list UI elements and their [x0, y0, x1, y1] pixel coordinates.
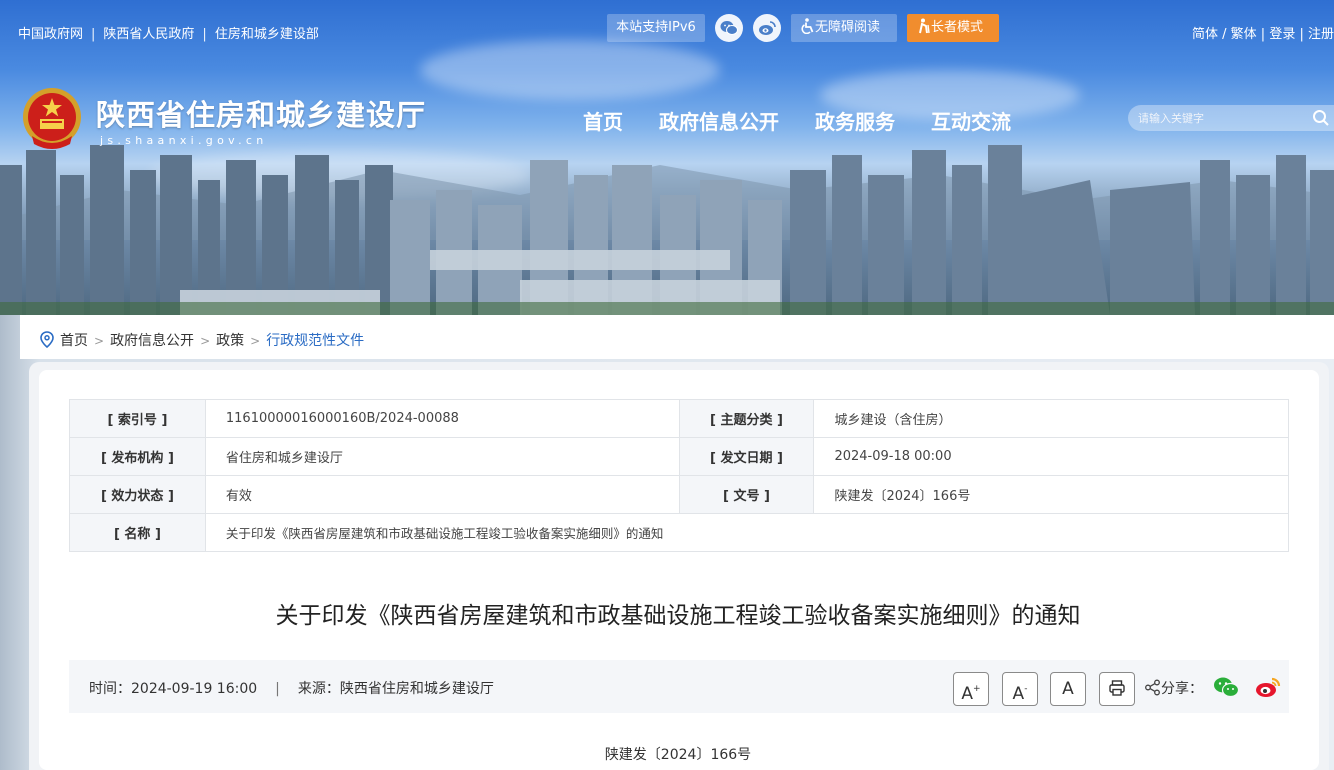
font-increase-label: A: [961, 684, 974, 704]
breadcrumb-home[interactable]: 首页: [60, 333, 88, 349]
site-title[interactable]: 陕西省住房和城乡建设厅: [96, 92, 426, 134]
article-title: 关于印发《陕西省房屋建筑和市政基础设施工程竣工验收备案实施细则》的通知: [275, 603, 1081, 629]
site-domain: js.shaanxi.gov.cn: [100, 134, 268, 147]
table-row: [ 发布机构 ] 省住房和城乡建设厅 [ 发文日期 ] 2024-09-18 0…: [69, 437, 1289, 476]
breadcrumb-policy[interactable]: 政策: [216, 333, 244, 349]
weibo-button[interactable]: [753, 14, 781, 42]
font-reset-button[interactable]: A: [1050, 672, 1086, 706]
index-label: [ 索引号 ]: [69, 399, 206, 438]
topic-value: 城乡建设（含住房）: [813, 399, 1289, 438]
nav-gov-info[interactable]: 政府信息公开: [659, 106, 779, 135]
source-label: 来源：: [297, 681, 340, 697]
share-icon: [1145, 679, 1160, 696]
share-wechat-icon[interactable]: [1213, 676, 1239, 698]
wheelchair-icon: [801, 18, 814, 35]
top-utility-bar: 中国政府网 | 陕西省人民政府 | 住房和城乡建设部 本站支持IPv6 无障碍阅读 长者…: [0, 4, 1334, 56]
table-row: [ 索引号 ] 11610000016000160B/2024-00088 [ …: [69, 399, 1289, 438]
language-login-links: 简体 / 繁体 | 登录 | 注册: [1191, 27, 1334, 42]
topic-label: [ 主题分类 ]: [678, 399, 815, 438]
national-emblem-logo: [23, 88, 81, 149]
main-nav: 首页 政府信息公开 政务服务 互动交流: [583, 106, 1047, 135]
lang-simplified[interactable]: 简体: [1192, 27, 1218, 42]
nav-gov-services[interactable]: 政务服务: [815, 106, 895, 135]
breadcrumb-current[interactable]: 行政规范性文件: [266, 333, 364, 349]
search-box: [1128, 105, 1334, 131]
printer-icon: [1109, 680, 1125, 696]
source-value: 陕西省住房和城乡建设厅: [339, 681, 494, 697]
register-link[interactable]: 注册: [1308, 27, 1334, 42]
elder-icon: [919, 18, 930, 34]
font-decrease-sup: -: [1024, 684, 1028, 694]
document-meta-table: [ 索引号 ] 11610000016000160B/2024-00088 [ …: [69, 399, 1290, 552]
elder-mode-button[interactable]: 长者模式: [907, 14, 999, 42]
nav-interaction[interactable]: 互动交流: [931, 106, 1011, 135]
weibo-icon: [759, 20, 776, 35]
font-increase-sup: +: [973, 684, 981, 694]
name-label: [ 名称 ]: [69, 513, 206, 552]
article-meta: 时间：2024-09-19 16:00 | 来源：陕西省住房和城乡建设厅: [89, 678, 494, 698]
name-value: 关于印发《陕西省房屋建筑和市政基础设施工程竣工验收备案实施细则》的通知: [204, 513, 1290, 552]
location-pin-icon: [40, 331, 54, 349]
search-input[interactable]: [1138, 108, 1298, 128]
nav-home[interactable]: 首页: [583, 106, 623, 135]
login-link[interactable]: 登录: [1269, 27, 1295, 42]
accessibility-label: 无障碍阅读: [815, 20, 881, 35]
link-gov-cn[interactable]: 中国政府网: [18, 23, 83, 42]
share-label: 分享：: [1161, 681, 1203, 697]
font-decrease-button[interactable]: A-: [1002, 672, 1038, 706]
date-value: 2024-09-18 00:00: [813, 437, 1289, 476]
breadcrumb: 首页 > 政府信息公开 > 政策 > 行政规范性文件: [40, 330, 364, 350]
elder-mode-label: 长者模式: [931, 20, 984, 35]
link-shaanxi-gov[interactable]: 陕西省人民政府: [103, 23, 194, 42]
top-links: 中国政府网 | 陕西省人民政府 | 住房和城乡建设部: [18, 23, 319, 42]
status-label: [ 效力状态 ]: [69, 475, 206, 514]
font-decrease-label: A: [1012, 684, 1025, 704]
date-label: [ 发文日期 ]: [678, 437, 815, 476]
docno-label: [ 文号 ]: [678, 475, 815, 514]
wechat-icon: [720, 20, 738, 35]
status-value: 有效: [204, 475, 680, 514]
table-row: [ 名称 ] 关于印发《陕西省房屋建筑和市政基础设施工程竣工验收备案实施细则》的…: [69, 513, 1290, 552]
lang-traditional[interactable]: 繁体: [1231, 27, 1257, 42]
breadcrumb-gov-info[interactable]: 政府信息公开: [110, 333, 194, 349]
time-label: 时间：: [89, 681, 131, 697]
search-icon[interactable]: [1312, 109, 1330, 127]
accessibility-button[interactable]: 无障碍阅读: [791, 14, 897, 42]
wechat-button[interactable]: [715, 14, 743, 42]
link-mohurd[interactable]: 住房和城乡建设部: [215, 23, 319, 42]
meta-divider: |: [275, 681, 280, 697]
article-info-bar: 时间：2024-09-19 16:00 | 来源：陕西省住房和城乡建设厅 A+ A-…: [69, 660, 1289, 713]
document-number: 陕建发〔2024〕166号: [604, 747, 752, 763]
index-value: 11610000016000160B/2024-00088: [204, 399, 680, 438]
font-increase-button[interactable]: A+: [953, 672, 989, 706]
ipv6-badge: 本站支持IPv6: [607, 14, 705, 42]
share-area: 分享：: [1144, 678, 1203, 698]
share-weibo-icon[interactable]: [1255, 676, 1281, 698]
docno-value: 陕建发〔2024〕166号: [813, 475, 1289, 514]
table-row: [ 效力状态 ] 有效 [ 文号 ] 陕建发〔2024〕166号: [69, 475, 1289, 514]
font-reset-label: A: [1062, 679, 1074, 699]
org-value: 省住房和城乡建设厅: [204, 437, 680, 476]
print-button[interactable]: [1099, 672, 1135, 706]
time-value: 2024-09-19 16:00: [131, 681, 258, 697]
city-skyline-illustration: [0, 145, 1334, 315]
org-label: [ 发布机构 ]: [69, 437, 206, 476]
